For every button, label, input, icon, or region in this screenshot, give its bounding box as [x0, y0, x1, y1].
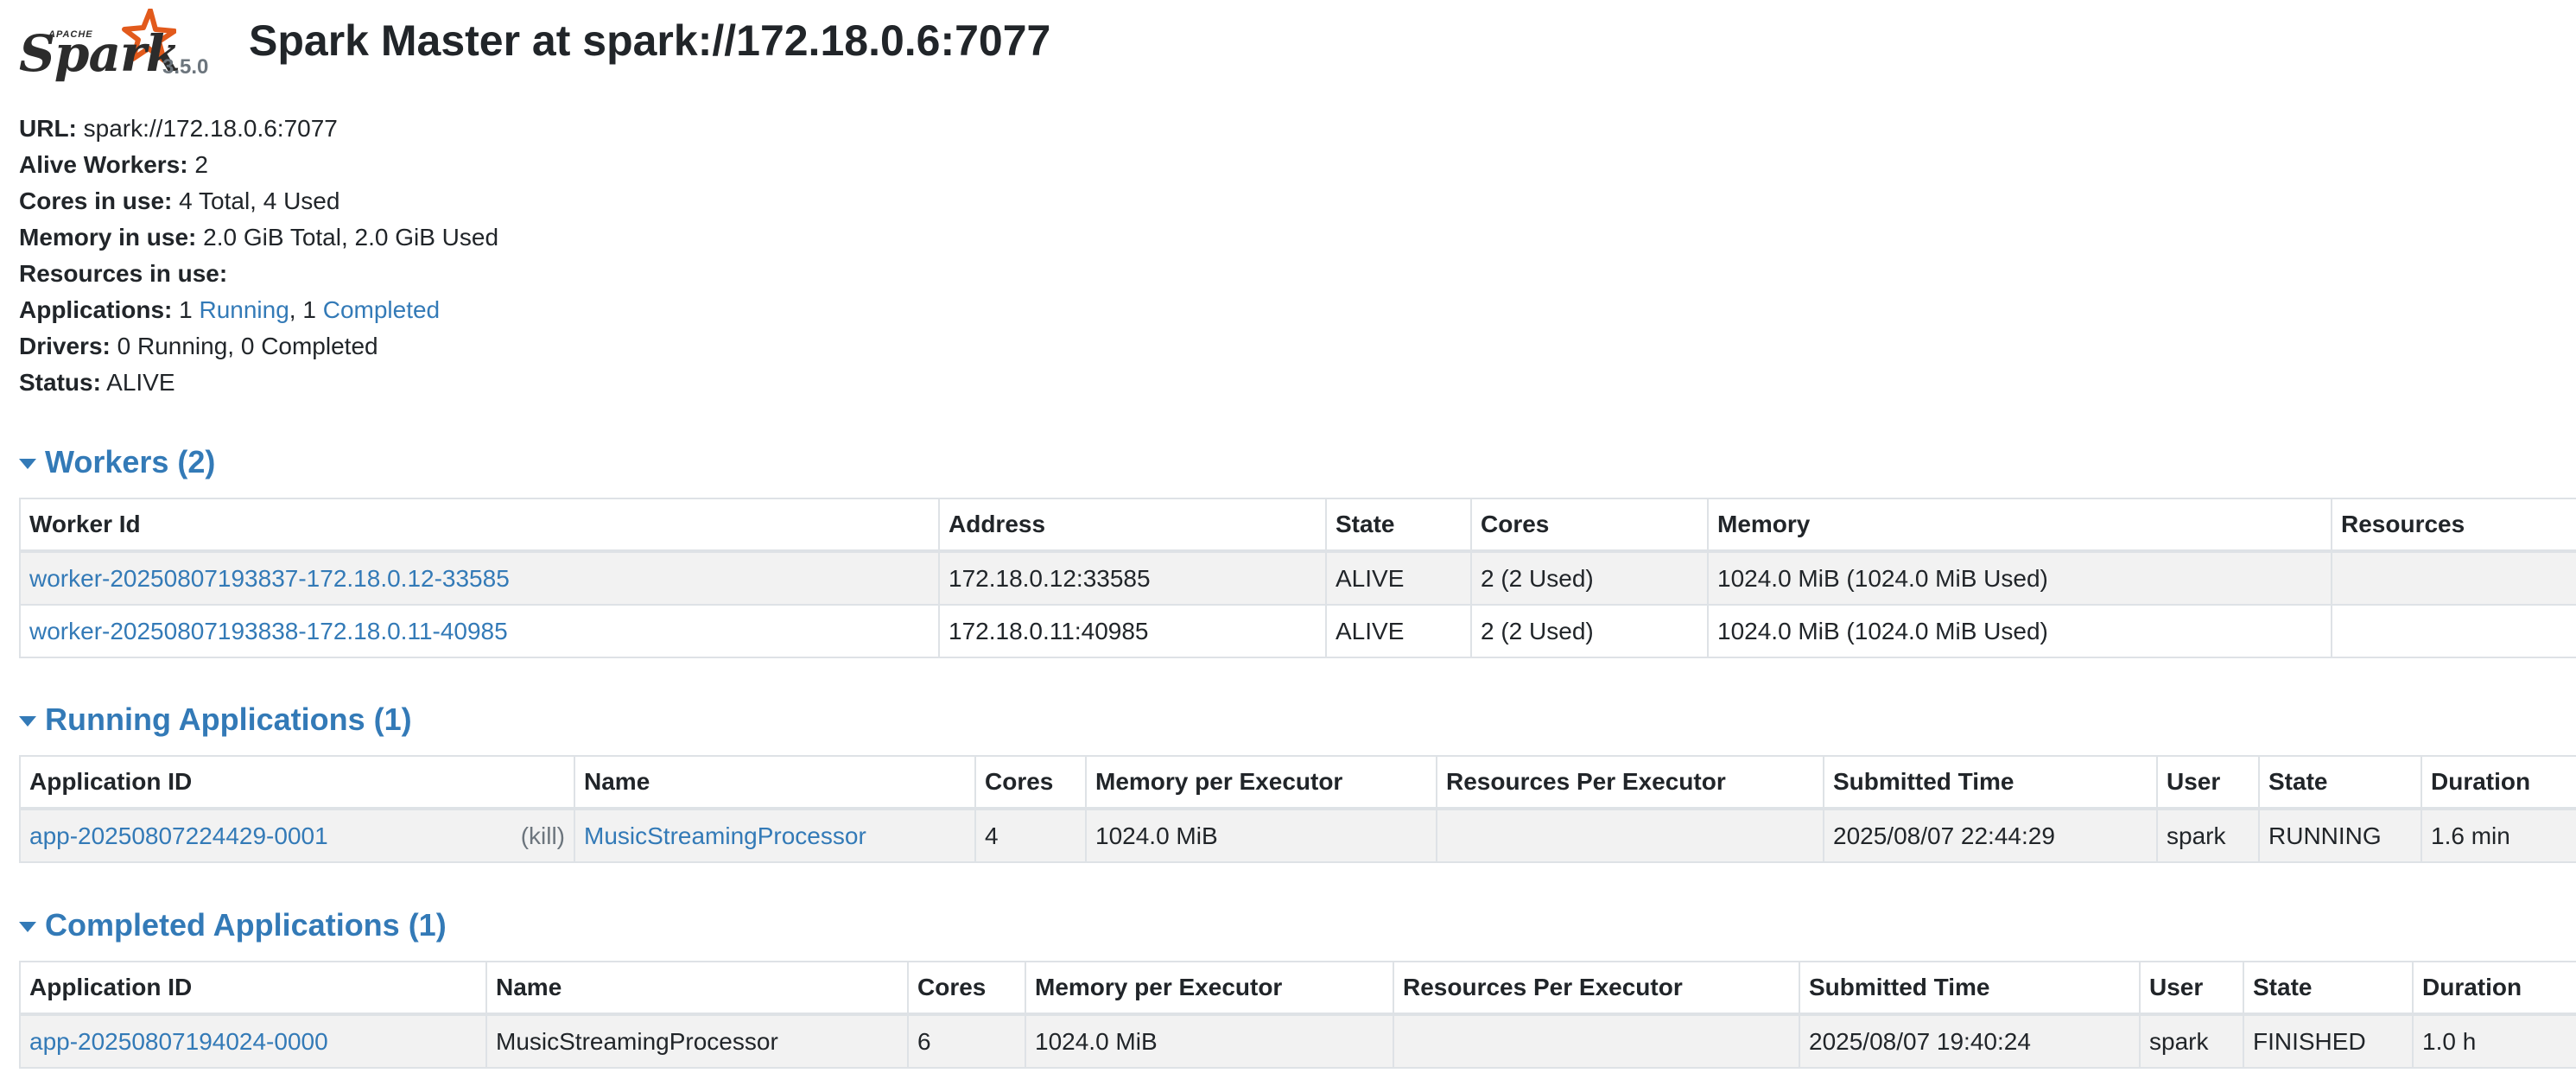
- app-resources-per-executor: [1393, 1013, 1800, 1069]
- col-cores[interactable]: Cores: [1470, 498, 1709, 553]
- app-state: FINISHED: [2243, 1013, 2414, 1069]
- spark-logo[interactable]: APACHE Spark 3.5.0: [19, 9, 208, 83]
- collapse-caret-icon: [19, 459, 36, 469]
- summary-url: URL: spark://172.18.0.6:7077: [19, 115, 338, 142]
- completed-apps-link[interactable]: Completed: [323, 296, 440, 323]
- col-state[interactable]: State: [2243, 961, 2414, 1016]
- page-title: Spark Master at spark://172.18.0.6:7077: [249, 16, 1051, 65]
- running-header-row: Application ID Name Cores Memory per Exe…: [19, 755, 2576, 810]
- col-submitted-time[interactable]: Submitted Time: [1799, 961, 2141, 1016]
- col-application-id[interactable]: Application ID: [19, 961, 487, 1016]
- col-state[interactable]: State: [2258, 755, 2422, 810]
- table-row: app-20250807194024-0000 MusicStreamingPr…: [19, 1013, 2576, 1069]
- completed-section-toggle[interactable]: Completed Applications (1): [19, 904, 447, 947]
- app-id-link[interactable]: app-20250807224429-0001: [29, 822, 328, 849]
- table-row: worker-20250807193838-172.18.0.11-40985 …: [19, 604, 2576, 658]
- col-worker-id[interactable]: Worker Id: [19, 498, 940, 553]
- running-apps-link[interactable]: Running: [199, 296, 289, 323]
- kill-app-link[interactable]: (kill): [521, 822, 565, 850]
- collapse-caret-icon: [19, 716, 36, 727]
- worker-link[interactable]: worker-20250807193837-172.18.0.12-33585: [29, 565, 510, 592]
- col-memory-per-executor[interactable]: Memory per Executor: [1025, 961, 1394, 1016]
- summary-resources: Resources in use:: [19, 260, 228, 287]
- app-cores: 4: [974, 808, 1087, 863]
- summary-alive-workers: Alive Workers: 2: [19, 151, 208, 178]
- col-user[interactable]: User: [2139, 961, 2244, 1016]
- summary-status: Status: ALIVE: [19, 369, 175, 396]
- summary-memory: Memory in use: 2.0 GiB Total, 2.0 GiB Us…: [19, 224, 499, 251]
- app-name: MusicStreamingProcessor: [485, 1013, 909, 1069]
- col-resources-per-executor[interactable]: Resources Per Executor: [1393, 961, 1800, 1016]
- running-section-toggle[interactable]: Running Applications (1): [19, 698, 412, 741]
- col-submitted-time[interactable]: Submitted Time: [1823, 755, 2158, 810]
- col-user[interactable]: User: [2156, 755, 2260, 810]
- worker-cores: 2 (2 Used): [1470, 550, 1709, 606]
- running-apps-table: Application ID Name Cores Memory per Exe…: [19, 755, 2576, 863]
- col-resources-per-executor[interactable]: Resources Per Executor: [1436, 755, 1824, 810]
- logo-spark-text: Spark: [19, 24, 181, 83]
- collapse-caret-icon: [19, 922, 36, 932]
- summary-applications: Applications: 1 Running, 1 Completed: [19, 296, 441, 323]
- col-state[interactable]: State: [1325, 498, 1472, 553]
- app-cores: 6: [907, 1013, 1026, 1069]
- worker-memory: 1024.0 MiB (1024.0 MiB Used): [1707, 550, 2332, 606]
- col-application-id[interactable]: Application ID: [19, 755, 575, 810]
- page-header: APACHE Spark 3.5.0 Spark Master at spark…: [0, 0, 2576, 104]
- running-apps-title: Running Applications (1): [45, 702, 412, 737]
- col-memory-per-executor[interactable]: Memory per Executor: [1085, 755, 1437, 810]
- col-cores[interactable]: Cores: [974, 755, 1087, 810]
- summary-drivers: Drivers: 0 Running, 0 Completed: [19, 333, 378, 359]
- worker-resources: [2331, 604, 2576, 658]
- app-submitted-time: 2025/08/07 19:40:24: [1799, 1013, 2141, 1069]
- app-user: spark: [2156, 808, 2260, 863]
- col-duration[interactable]: Duration: [2421, 755, 2576, 810]
- summary-cores: Cores in use: 4 Total, 4 Used: [19, 187, 340, 214]
- app-memory-per-executor: 1024.0 MiB: [1085, 808, 1437, 863]
- worker-link[interactable]: worker-20250807193838-172.18.0.11-40985: [29, 618, 508, 644]
- col-address[interactable]: Address: [938, 498, 1327, 553]
- worker-cores: 2 (2 Used): [1470, 604, 1709, 658]
- worker-address: 172.18.0.12:33585: [938, 550, 1327, 606]
- master-summary: URL: spark://172.18.0.6:7077 Alive Worke…: [0, 111, 498, 401]
- app-memory-per-executor: 1024.0 MiB: [1025, 1013, 1394, 1069]
- app-resources-per-executor: [1436, 808, 1824, 863]
- worker-state: ALIVE: [1325, 550, 1472, 606]
- app-user: spark: [2139, 1013, 2244, 1069]
- col-resources[interactable]: Resources: [2331, 498, 2576, 553]
- completed-apps-table: Application ID Name Cores Memory per Exe…: [19, 961, 2576, 1069]
- col-name[interactable]: Name: [485, 961, 909, 1016]
- app-state: RUNNING: [2258, 808, 2422, 863]
- app-duration: 1.6 min: [2421, 808, 2576, 863]
- table-row: app-20250807224429-0001 (kill) MusicStrea…: [19, 808, 2576, 863]
- worker-memory: 1024.0 MiB (1024.0 MiB Used): [1707, 604, 2332, 658]
- col-name[interactable]: Name: [574, 755, 976, 810]
- version-label: 3.5.0: [162, 55, 209, 79]
- workers-table: Worker Id Address State Cores Memory Res…: [19, 498, 2576, 658]
- app-submitted-time: 2025/08/07 22:44:29: [1823, 808, 2158, 863]
- col-cores[interactable]: Cores: [907, 961, 1026, 1016]
- completed-header-row: Application ID Name Cores Memory per Exe…: [19, 961, 2576, 1016]
- app-duration: 1.0 h: [2412, 1013, 2576, 1069]
- workers-header-row: Worker Id Address State Cores Memory Res…: [19, 498, 2576, 553]
- workers-section-toggle[interactable]: Workers (2): [19, 441, 215, 484]
- completed-apps-title: Completed Applications (1): [45, 907, 447, 943]
- table-row: worker-20250807193837-172.18.0.12-33585 …: [19, 550, 2576, 606]
- col-memory[interactable]: Memory: [1707, 498, 2332, 553]
- worker-state: ALIVE: [1325, 604, 1472, 658]
- worker-address: 172.18.0.11:40985: [938, 604, 1327, 658]
- col-duration[interactable]: Duration: [2412, 961, 2576, 1016]
- workers-title: Workers (2): [45, 444, 216, 479]
- app-id-link[interactable]: app-20250807194024-0000: [29, 1028, 328, 1055]
- worker-resources: [2331, 550, 2576, 606]
- app-name-link[interactable]: MusicStreamingProcessor: [584, 822, 866, 849]
